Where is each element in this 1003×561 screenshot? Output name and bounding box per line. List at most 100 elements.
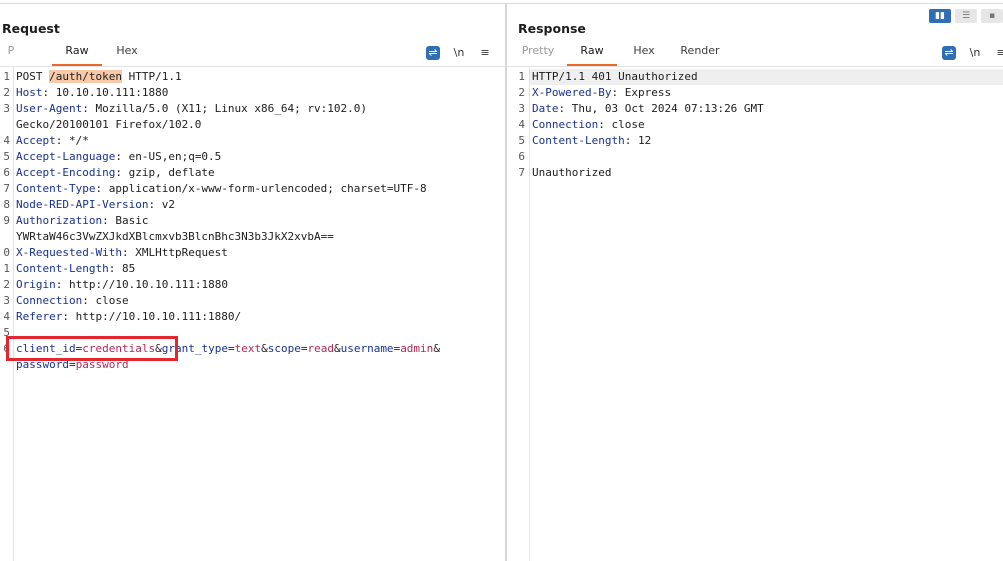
code-text: : http://10.10.10.111:1880 xyxy=(55,278,228,291)
line-number: 4 xyxy=(3,134,10,147)
header-key: Authorization xyxy=(16,214,103,227)
code-line: Connection: close xyxy=(532,117,645,133)
line-number: 1 xyxy=(3,262,10,275)
code-line: X-Powered-By: Express xyxy=(532,85,671,101)
wrap-lines-icon[interactable]: ⇌ xyxy=(942,46,956,60)
tab-divider xyxy=(507,66,1003,67)
code-line: Content-Length: 85 xyxy=(16,261,135,277)
code-text: & xyxy=(261,342,268,355)
menu-icon[interactable]: ≡ xyxy=(478,46,492,60)
line-number: 6 xyxy=(3,166,10,179)
code-text: : Express xyxy=(611,86,672,99)
line-number: 5 xyxy=(518,134,525,147)
header-key: Content-Type xyxy=(16,182,96,195)
header-key: scope xyxy=(267,342,301,355)
code-text: HTTP/1.1 xyxy=(121,70,182,83)
line-number: 3 xyxy=(3,102,10,115)
param-value: admin xyxy=(400,342,434,355)
tab-render[interactable]: Render xyxy=(677,44,723,64)
line-number: 4 xyxy=(518,118,525,131)
code-line: Authorization: Basic xyxy=(16,213,148,229)
tab-raw[interactable]: Raw xyxy=(567,44,617,66)
code-text: : 10.10.10.111:1880 xyxy=(42,86,169,99)
tab-pretty[interactable]: Pretty xyxy=(519,44,557,64)
tab-divider xyxy=(0,66,505,67)
header-key: X-Powered-By xyxy=(532,86,612,99)
code-text: & xyxy=(333,342,341,355)
newline-toggle[interactable]: \n xyxy=(452,46,466,60)
line-number: 8 xyxy=(3,198,10,211)
code-text: : en-US,en;q=0.5 xyxy=(115,150,222,163)
header-key: X-Requested-With xyxy=(16,246,122,259)
code-line: Origin: http://10.10.10.111:1880 xyxy=(16,277,228,293)
line-number: 4 xyxy=(3,310,10,323)
annotation-highlight-box xyxy=(6,336,178,361)
code-line: Accept-Encoding: gzip, deflate xyxy=(16,165,215,181)
line-number: 7 xyxy=(518,166,525,179)
code-text: YWRtaW46c3VwZXJkdXBlcmxvb3BlcnBhc3N3b3Jk… xyxy=(16,230,334,243)
header-key: username xyxy=(340,342,394,355)
code-line: User-Agent: Mozilla/5.0 (X11; Linux x86_… xyxy=(16,101,367,117)
code-text: : application/x-www-form-urlencoded; cha… xyxy=(95,182,427,195)
request-title: Request xyxy=(2,21,60,36)
code-line: Content-Type: application/x-www-form-url… xyxy=(16,181,427,197)
code-text: HTTP/1.1 401 Unauthorized xyxy=(532,70,698,83)
code-line: Unauthorized xyxy=(532,165,611,181)
code-text: : Basic xyxy=(102,214,149,227)
code-text: : close xyxy=(598,118,645,131)
wrap-lines-icon[interactable]: ⇌ xyxy=(426,46,440,60)
header-key: Node-RED-API-Version xyxy=(16,198,149,211)
code-line: Referer: http://10.10.10.111:1880/ xyxy=(16,309,241,325)
line-number xyxy=(0,229,10,245)
line-number: 2 xyxy=(3,278,10,291)
code-text: : gzip, deflate xyxy=(115,166,215,179)
code-text: : Thu, 03 Oct 2024 07:13:26 GMT xyxy=(558,102,764,115)
line-number: 0 xyxy=(3,246,10,259)
header-key: Connection xyxy=(16,294,83,307)
response-panel: Response Pretty Raw Hex Render ⇌ \n ≡ 1H… xyxy=(507,4,1003,561)
code-text: : XMLHttpRequest xyxy=(121,246,228,259)
param-value: read xyxy=(307,342,334,355)
line-number: 6 xyxy=(518,150,525,163)
menu-icon[interactable]: ≡ xyxy=(994,46,1003,60)
line-number: 3 xyxy=(3,294,10,307)
line-number: 9 xyxy=(3,214,10,227)
header-key: Accept xyxy=(16,134,56,147)
tab-hex[interactable]: Hex xyxy=(110,44,144,64)
code-text: : http://10.10.10.111:1880/ xyxy=(62,310,242,323)
line-number: 1 xyxy=(518,70,525,83)
line-number: 2 xyxy=(3,86,10,99)
code-line: Node-RED-API-Version: v2 xyxy=(16,197,175,213)
param-value: text xyxy=(234,342,262,355)
header-key: Host xyxy=(16,86,43,99)
code-text: POST xyxy=(16,70,50,83)
line-number: 1 xyxy=(3,70,10,83)
code-text: : v2 xyxy=(148,198,175,211)
header-key: Content-Length xyxy=(16,262,109,275)
code-line: HTTP/1.1 401 Unauthorized xyxy=(532,69,698,85)
code-text: Gecko/20100101 Firefox/102.0 xyxy=(16,118,202,131)
code-line: Host: 10.10.10.111:1880 xyxy=(16,85,168,101)
code-line: X-Requested-With: XMLHttpRequest xyxy=(16,245,228,261)
code-line: YWRtaW46c3VwZXJkdXBlcmxvb3BlcnBhc3N3b3Jk… xyxy=(16,229,334,245)
header-key: Referer xyxy=(16,310,63,323)
highlighted-path: /auth/token xyxy=(49,70,122,83)
line-number: 7 xyxy=(3,182,10,195)
code-line: Gecko/20100101 Firefox/102.0 xyxy=(16,117,201,133)
code-text: : 85 xyxy=(108,262,136,275)
code-line: Content-Length: 12 xyxy=(532,133,651,149)
header-key: Accept-Language xyxy=(16,150,116,163)
newline-toggle[interactable]: \n xyxy=(968,46,982,60)
tab-hex[interactable]: Hex xyxy=(627,44,661,64)
code-text: : close xyxy=(82,294,129,307)
line-number: 2 xyxy=(518,86,525,99)
code-text: = xyxy=(227,342,235,355)
tab-raw[interactable]: Raw xyxy=(52,44,102,66)
code-line: POST /auth/token HTTP/1.1 xyxy=(16,69,182,85)
header-key: Origin xyxy=(16,278,56,291)
header-key: Accept-Encoding xyxy=(16,166,116,179)
tab-pretty[interactable]: P xyxy=(4,44,18,64)
request-panel: Request P Raw Hex ⇌ \n ≡ 1 POST /auth/tok… xyxy=(0,4,505,561)
code-line: Accept-Language: en-US,en;q=0.5 xyxy=(16,149,221,165)
code-text: : Mozilla/5.0 (X11; Linux x86_64; rv:102… xyxy=(82,102,368,115)
